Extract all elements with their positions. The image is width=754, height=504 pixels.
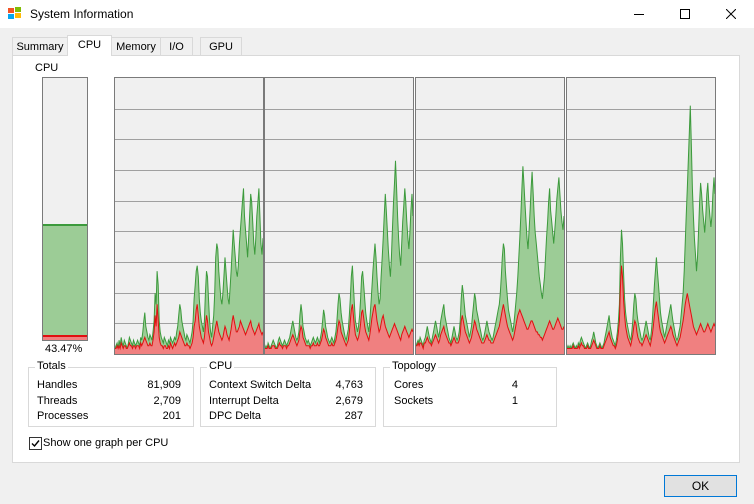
close-button[interactable] [708,0,754,28]
total-usage-area [416,166,564,354]
context-switch-value: 4,763 [335,379,363,391]
dpc-value: 287 [344,410,363,422]
total-usage-area [567,105,715,354]
processes-value: 201 [162,410,181,422]
maximize-button[interactable] [662,0,708,28]
window-title: System Information [30,7,134,21]
cpu-graph-2 [415,77,565,355]
minimize-icon [634,14,644,15]
dpc-label: DPC Delta [209,410,261,422]
tab-memory[interactable]: Memory [111,37,161,55]
threads-label: Threads [37,395,78,407]
cpu-stats-title: CPU [207,360,235,372]
topology-title: Topology [390,360,439,372]
cpu-graph-0 [114,77,264,355]
processes-label: Processes [37,410,89,422]
context-switch-label: Context Switch Delta [209,379,312,391]
ok-button[interactable]: OK [664,475,737,497]
tab-gpu[interactable]: GPU [200,37,242,55]
show-one-graph-checkbox[interactable] [29,437,42,450]
cpu-kernel-fill [43,335,87,340]
handles-label: Handles [37,379,78,391]
totals-title: Totals [35,360,68,372]
cpu-usage-fill [43,224,87,340]
cpu-usage-percent: 43.47% [45,343,83,355]
threads-value: 2,709 [153,395,181,407]
cores-value: 4 [511,379,518,391]
cpu-usage-meter [42,77,88,341]
sockets-value: 1 [511,395,518,407]
interrupt-value: 2,679 [335,395,363,407]
checkmark-icon [31,440,40,448]
maximize-icon [680,9,690,19]
system-info-icon [8,7,21,19]
interrupt-label: Interrupt Delta [209,395,279,407]
tab-io[interactable]: I/O [160,37,193,55]
tab-cpu[interactable]: CPU [67,35,112,56]
cpu-meter-label: CPU [35,62,59,74]
sockets-label: Sockets [394,395,434,407]
cpu-graph-1 [264,77,414,355]
minimize-button[interactable] [616,0,662,28]
cpu-graph-3 [566,77,716,355]
show-one-graph-label[interactable]: Show one graph per CPU [43,437,168,449]
title-bar: System Information [0,0,754,28]
close-icon [726,9,736,19]
handles-value: 81,909 [147,379,181,391]
cores-label: Cores [394,379,424,391]
tab-summary[interactable]: Summary [12,37,68,55]
